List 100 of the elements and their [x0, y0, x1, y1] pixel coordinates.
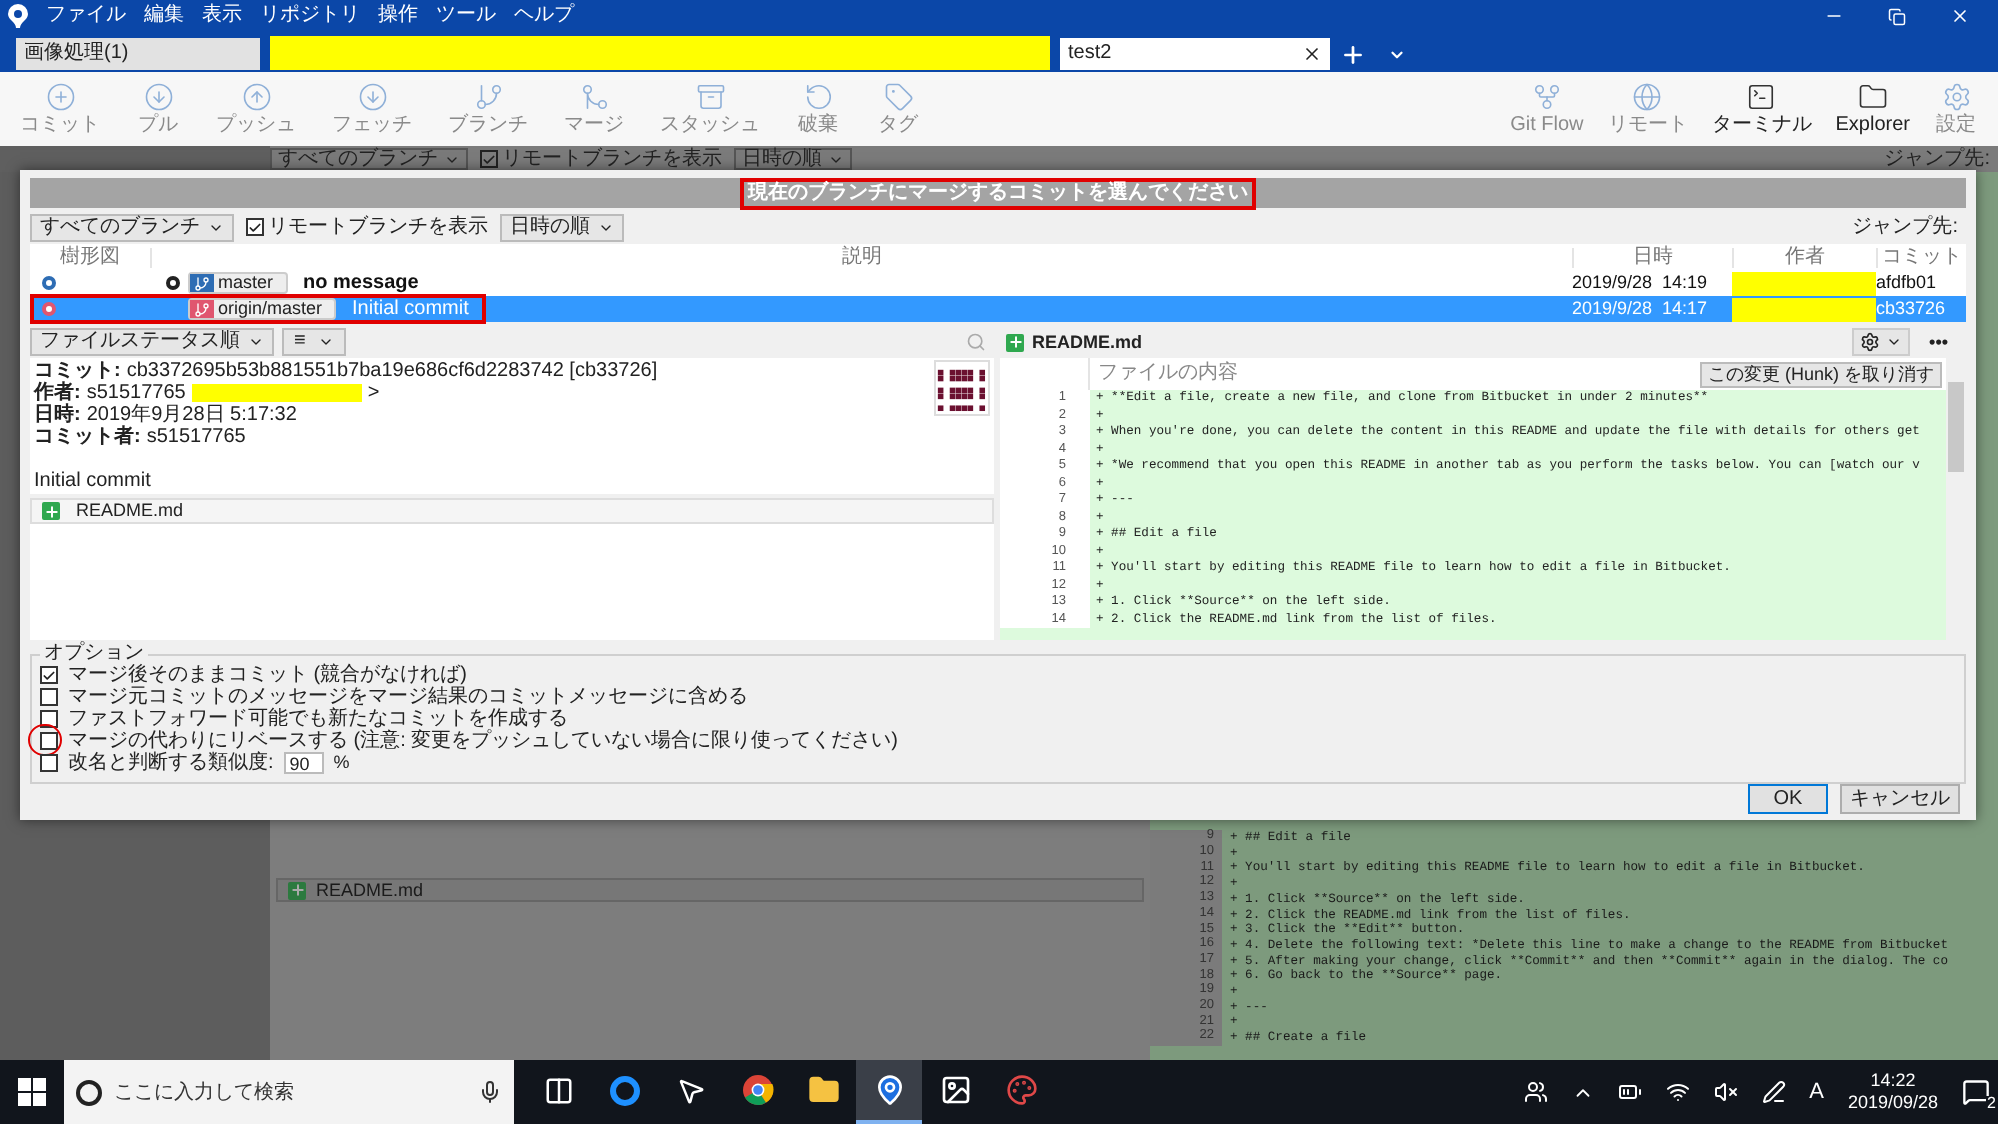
- detail-value: s51517765: [146, 426, 246, 448]
- detail-label: コミット:: [34, 360, 121, 382]
- sort-dropdown[interactable]: ファイルステータス順: [30, 328, 274, 356]
- fork-icon: [1531, 82, 1562, 112]
- dialog-button[interactable]: OK: [1748, 784, 1828, 814]
- option-label: マージ後そのままコミット (競合がなければ): [68, 665, 467, 685]
- column-header[interactable]: 日時: [1572, 247, 1732, 267]
- commit-date: 2019/9/28 14:17: [1572, 300, 1710, 318]
- branch-icon: [194, 301, 210, 317]
- checkbox-label: リモートブランチを表示: [502, 149, 722, 169]
- branch-icon: [473, 82, 503, 112]
- mute-icon[interactable]: [1713, 1080, 1738, 1104]
- menu-item[interactable]: ヘルプ: [514, 6, 574, 26]
- file-row[interactable]: README.md: [30, 498, 994, 524]
- taskbar-search-box[interactable]: ここに入力して検索: [64, 1060, 514, 1124]
- search-field[interactable]: ここに入力して検索: [114, 1077, 466, 1107]
- branch-dropdown[interactable]: すべてのブランチ: [30, 213, 234, 241]
- gear-dropdown[interactable]: [1851, 328, 1910, 356]
- column-header[interactable]: 作者: [1732, 247, 1876, 267]
- detail-value: s51517765: [86, 382, 186, 404]
- caret-icon: [1885, 334, 1902, 350]
- chrome-icon: [741, 1074, 773, 1106]
- column-header[interactable]: 説明: [150, 247, 1572, 267]
- checkbox[interactable]: [40, 688, 58, 706]
- detail-value: >: [367, 382, 380, 404]
- commit-hash: afdfb01: [1876, 274, 1939, 292]
- checkbox[interactable]: [40, 666, 58, 684]
- checkbox[interactable]: [40, 754, 58, 772]
- menu-item[interactable]: 操作: [378, 6, 418, 26]
- terminal-icon: [1746, 82, 1777, 112]
- cursor-icon: [676, 1075, 706, 1105]
- menu-item[interactable]: ファイル: [46, 6, 126, 26]
- dialog-button[interactable]: キャンセル: [1840, 784, 1960, 814]
- toolbar-button[interactable]: Explorer: [1823, 82, 1922, 136]
- menu-item[interactable]: ツール: [436, 6, 496, 26]
- more-button[interactable]: •••: [1917, 333, 1960, 351]
- down-arrow-circle-icon: [357, 82, 387, 112]
- detail-label: コミット者:: [34, 426, 141, 448]
- view-dropdown[interactable]: ≡: [282, 328, 346, 356]
- menu-item[interactable]: 編集: [144, 6, 184, 26]
- undo-icon: [803, 82, 833, 112]
- jump-label: ジャンプ先:: [1852, 217, 1960, 237]
- close-icon[interactable]: [1950, 6, 1970, 26]
- ime-indicator[interactable]: A: [1809, 1081, 1824, 1103]
- add-icon: [288, 881, 306, 899]
- pen-icon[interactable]: [1761, 1080, 1786, 1104]
- commit-date: 2019/9/28 14:19: [1572, 274, 1710, 292]
- file-row[interactable]: README.md: [276, 878, 1144, 902]
- checkbox[interactable]: [40, 732, 58, 750]
- commit-row[interactable]: origin/master Initial commit 2019/9/28 14:17 cb33726: [30, 296, 1966, 322]
- people-icon[interactable]: [1523, 1080, 1548, 1104]
- discard-hunk-button[interactable]: この変更 (Hunk) を取り消す: [1699, 361, 1942, 387]
- folder-icon: [1857, 82, 1888, 112]
- branch-icon: [194, 275, 210, 291]
- restore-icon[interactable]: [1888, 7, 1906, 25]
- jump-label: ジャンプ先:: [1884, 149, 1992, 169]
- pin-icon: [873, 1074, 905, 1106]
- option-label: マージ元コミットのメッセージをマージ結果のコミットメッセージに含める: [68, 687, 748, 707]
- sort-dropdown[interactable]: 日時の順: [734, 148, 852, 170]
- battery-icon[interactable]: [1617, 1080, 1642, 1104]
- browser-icon: [610, 1075, 640, 1105]
- taskbar-app[interactable]: [856, 1060, 922, 1124]
- sort-dropdown[interactable]: 日時の順: [500, 213, 624, 241]
- branch-tag: master: [188, 272, 288, 294]
- notification-icon[interactable]: [1962, 1078, 1990, 1106]
- windows-icon[interactable]: [18, 1078, 46, 1106]
- tab[interactable]: 画像処理(1): [16, 38, 260, 70]
- microphone-icon[interactable]: [478, 1080, 502, 1104]
- commit-message: Initial commit: [352, 299, 469, 319]
- column-header[interactable]: 樹形図: [30, 247, 150, 267]
- menu-item[interactable]: リポジトリ: [260, 6, 360, 26]
- branch-tag: origin/master: [188, 298, 337, 320]
- folder-icon: [807, 1074, 839, 1106]
- column-header[interactable]: コミット: [1876, 247, 1966, 267]
- branch-dropdown[interactable]: すべてのブランチ: [270, 148, 468, 170]
- checkbox[interactable]: [246, 218, 264, 236]
- caret-icon: [248, 334, 264, 350]
- commit-message: no message: [303, 273, 419, 293]
- notification-count: 2: [1985, 1096, 1998, 1112]
- commit-hash: cb33726: [1876, 300, 1948, 318]
- new-tab-icon[interactable]: [1340, 42, 1366, 68]
- column-header: ファイルの内容: [1096, 364, 1238, 384]
- palette-icon: [1005, 1074, 1037, 1106]
- unit-label: %: [333, 754, 350, 772]
- detail-label: 日時:: [34, 404, 81, 426]
- globe-icon: [1632, 82, 1663, 112]
- caret-icon: [317, 334, 334, 350]
- menu-item[interactable]: 表示: [202, 6, 242, 26]
- merge-icon: [579, 82, 609, 112]
- clock[interactable]: 14:22 2019/09/28: [1847, 1070, 1938, 1114]
- toolbar-button[interactable]: ターミナル: [1699, 82, 1824, 136]
- down-arrow-circle-icon: [143, 82, 173, 112]
- caret-icon[interactable]: [1388, 46, 1406, 64]
- box-icon: [695, 82, 725, 112]
- checkbox[interactable]: [480, 150, 498, 168]
- checkbox[interactable]: [40, 710, 58, 728]
- percent-field[interactable]: 90: [283, 752, 324, 774]
- close-icon[interactable]: [1302, 44, 1322, 64]
- tab[interactable]: test2: [1060, 38, 1330, 70]
- detail-value: 2019年9月28日 5:17:32: [86, 404, 297, 426]
